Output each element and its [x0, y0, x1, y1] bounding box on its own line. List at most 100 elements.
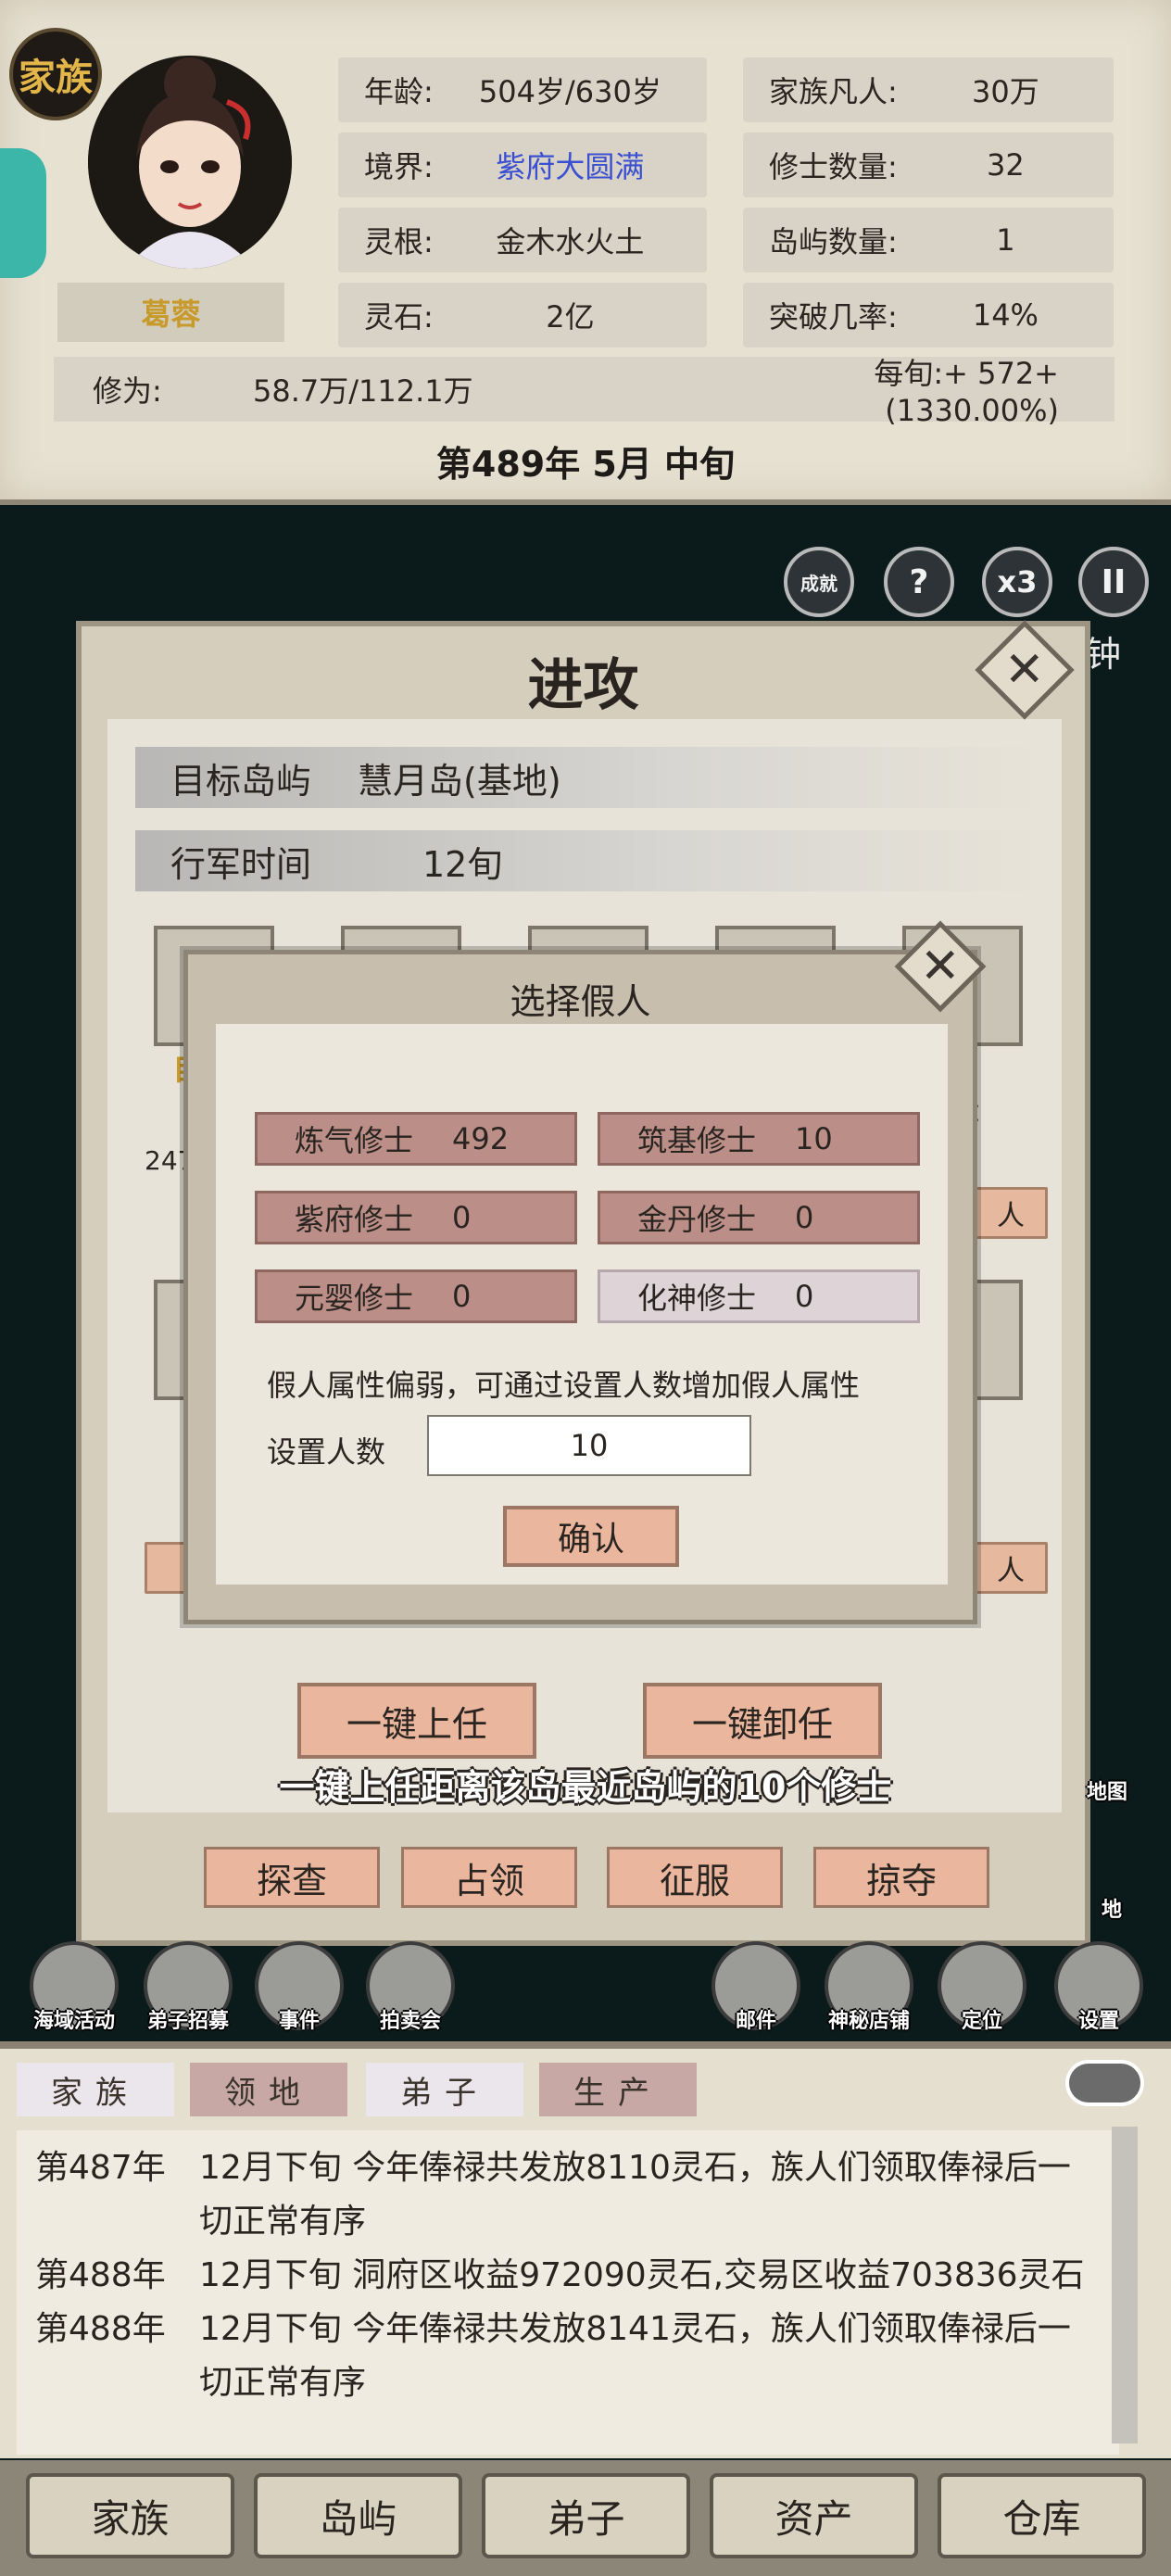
log-year: 第488年 [35, 2256, 166, 2294]
stat-label: 突破几率: [769, 299, 898, 335]
option-count: 0 [452, 1200, 472, 1235]
nav-assets[interactable]: 资产 [710, 2473, 918, 2558]
stat-label: 年龄: [364, 74, 434, 109]
tab-label: 家族 [51, 2074, 140, 2112]
speed-button[interactable]: x3 [982, 547, 1052, 617]
log-entry: 第488年 12月下旬 洞府区收益972090灵石,交易区收益703836灵石 [35, 2249, 1119, 2303]
march-value: 12旬 [422, 843, 503, 885]
occupy-label: 占领 [453, 1860, 524, 1901]
option-count: 492 [452, 1121, 510, 1156]
option-count: 0 [452, 1279, 472, 1314]
partial-right-button-2[interactable]: 人 [974, 1542, 1048, 1594]
stat-label: 修士数量: [769, 149, 898, 184]
stat-value: 504岁/630岁 [478, 74, 661, 109]
tab-label: 弟子 [400, 2074, 489, 2112]
partial-right-button[interactable]: 人 [974, 1187, 1048, 1239]
target-island-row: 目标岛屿 慧月岛(基地) [135, 747, 1043, 808]
nav-islands[interactable]: 岛屿 [254, 2473, 462, 2558]
tab-label: 生产 [573, 2074, 662, 2112]
auction-label: 拍卖会 [379, 2010, 441, 2033]
purple-mansion-option[interactable]: 紫府修士 0 [255, 1191, 577, 1244]
option-count: 0 [795, 1200, 814, 1235]
log-text: 12月下旬 今年俸禄共发放8141灵石，族人们领取俸禄后一切正常有序 [199, 2310, 1071, 2402]
character-portrait[interactable] [88, 56, 292, 269]
log-tab-production[interactable]: 生产 [539, 2063, 697, 2116]
count-label: 设置人数 [267, 1434, 386, 1470]
stat-spirit-root: 灵根: 金木水火土 [338, 208, 707, 272]
log-year: 第488年 [35, 2310, 166, 2348]
modal-body: 炼气修士 492 筑基修士 10 紫府修士 0 金丹修士 0 元婴修士 0 化神… [216, 1024, 948, 1585]
game-date: 第489年 5月 中旬 [435, 444, 736, 485]
cultivation-label: 修为: [93, 373, 162, 409]
territory-label: 地 [1101, 1899, 1122, 1922]
nav-disciples[interactable]: 弟子 [482, 2473, 690, 2558]
spirit-transformation-option[interactable]: 化神修士 0 [598, 1269, 920, 1323]
stat-value: 紫府大圆满 [496, 149, 645, 184]
stat-value: 1 [996, 222, 1015, 258]
option-count: 10 [795, 1121, 833, 1156]
settings-label: 设置 [1077, 2010, 1119, 2033]
modal-title: 选择假人 [510, 981, 651, 1022]
bulk-appoint-label: 一键上任 [346, 1703, 487, 1745]
stat-label: 灵石: [364, 299, 434, 335]
log-entry: 第488年 12月下旬 今年俸禄共发放8141灵石，族人们领取俸禄后一切正常有序 [35, 2303, 1119, 2410]
help-button[interactable]: ? [884, 547, 954, 617]
character-name: 葛蓉 [57, 283, 284, 342]
foundation-option[interactable]: 筑基修士 10 [598, 1112, 920, 1166]
option-label: 元婴修士 [295, 1281, 414, 1316]
scrollbar-thumb[interactable] [1112, 2127, 1138, 2443]
option-label: 筑基修士 [637, 1123, 757, 1158]
stat-label: 家族凡人: [769, 74, 898, 109]
family-badge[interactable]: 家族 [9, 28, 102, 120]
march-label: 行军时间 [170, 843, 312, 885]
partial-right-label: 人 [997, 1200, 1025, 1232]
log-tab-disciples[interactable]: 弟子 [366, 2063, 523, 2116]
plunder-button[interactable]: 掠夺 [813, 1847, 989, 1908]
scout-button[interactable]: 探查 [204, 1847, 380, 1908]
qi-refining-option[interactable]: 炼气修士 492 [255, 1112, 577, 1166]
dummy-note: 假人属性偏弱，可通过设置人数增加假人属性 [267, 1368, 861, 1403]
speed-icon: x3 [997, 564, 1038, 600]
stat-spirit-stones: 灵石: 2亿 [338, 283, 707, 347]
expand-log-icon[interactable] [1065, 2060, 1144, 2106]
option-label: 紫府修士 [295, 1202, 414, 1237]
stat-breakthrough-chance: 突破几率: 14% [743, 283, 1114, 347]
bulk-appoint-button[interactable]: 一键上任 [297, 1683, 536, 1759]
log-entry: 第487年 12月下旬 今年俸禄共发放8110灵石，族人们领取俸禄后一切正常有序 [35, 2141, 1119, 2249]
option-count: 0 [795, 1279, 814, 1314]
log-list: 第487年 12月下旬 今年俸禄共发放8110灵石，族人们领取俸禄后一切正常有序… [17, 2130, 1119, 2455]
panel-title: 进攻 [527, 653, 639, 718]
nav-label: 弟子 [547, 2495, 625, 2542]
bulk-dismiss-button[interactable]: 一键卸任 [643, 1683, 882, 1759]
achievement-label: 成就 [800, 572, 837, 595]
log-scrollbar[interactable] [1112, 2127, 1138, 2443]
confirm-button[interactable]: 确认 [503, 1506, 679, 1567]
bulk-dismiss-label: 一键卸任 [691, 1703, 833, 1745]
occupy-button[interactable]: 占领 [401, 1847, 577, 1908]
side-drawer-tab[interactable] [0, 148, 46, 278]
stat-mortals: 家族凡人: 30万 [743, 57, 1114, 122]
stat-value: 32 [987, 147, 1025, 183]
log-tab-family[interactable]: 家族 [17, 2063, 174, 2116]
nav-warehouse[interactable]: 仓库 [938, 2473, 1146, 2558]
achievement-button[interactable]: 成就 [784, 547, 854, 617]
log-tab-territory[interactable]: 领地 [190, 2063, 347, 2116]
option-label: 炼气修士 [295, 1123, 414, 1158]
map-label: 地图 [1086, 1781, 1127, 1804]
conquer-button[interactable]: 征服 [607, 1847, 783, 1908]
golden-core-option[interactable]: 金丹修士 0 [598, 1191, 920, 1244]
close-icon: ✕ [1004, 641, 1045, 698]
right-edge-label: 钟 [1086, 634, 1122, 675]
cultivation-bar: 修为: 58.7万/112.1万 每旬:+ 572+(1330.00%) [54, 356, 1114, 428]
stat-realm: 境界: 紫府大圆满 [338, 133, 707, 197]
pause-button[interactable]: II [1078, 547, 1149, 617]
nascent-soul-option[interactable]: 元婴修士 0 [255, 1269, 577, 1323]
target-label: 目标岛屿 [170, 760, 312, 802]
stat-cultivator-count: 修士数量: 32 [743, 133, 1114, 197]
count-input[interactable]: 10 [427, 1415, 751, 1476]
stat-value: 2亿 [546, 299, 595, 335]
nav-label: 仓库 [1002, 2495, 1081, 2542]
nav-family[interactable]: 家族 [26, 2473, 234, 2558]
select-dummy-modal: 选择假人 炼气修士 492 筑基修士 10 紫府修士 0 金丹修士 0 元婴修士… [183, 950, 977, 1624]
log-panel: 家族 领地 弟子 生产 第487年 12月下旬 今年俸禄共发放8110灵石，族人… [0, 2041, 1171, 2458]
